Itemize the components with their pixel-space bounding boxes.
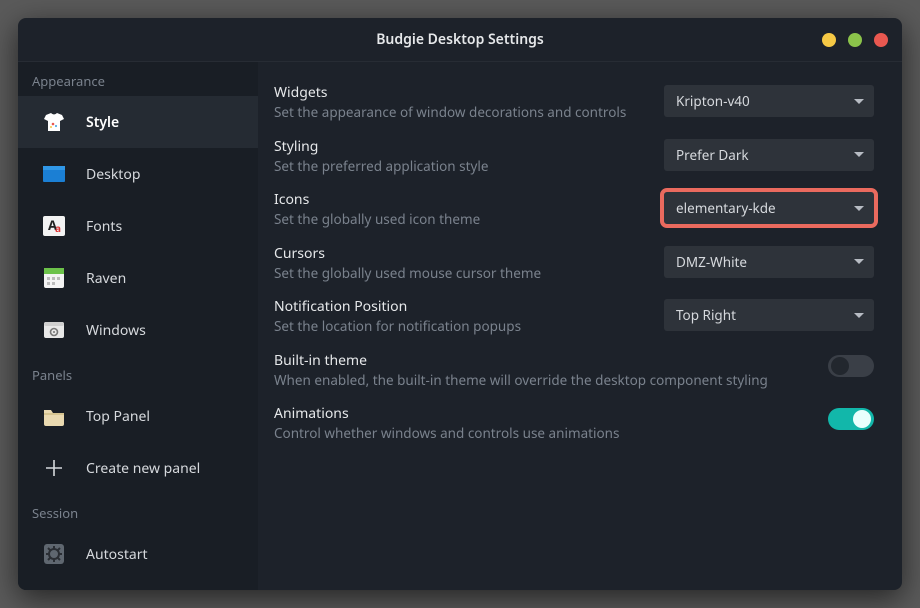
setting-title: Animations xyxy=(274,404,808,423)
window-body: Appearance Style Desktop Aa Fonts xyxy=(18,62,902,590)
sidebar-item-label: Fonts xyxy=(86,217,122,236)
setting-title: Styling xyxy=(274,137,644,156)
switch-knob xyxy=(853,410,871,428)
icons-combobox[interactable]: elementary-kde xyxy=(664,192,874,224)
sidebar-item-desktop[interactable]: Desktop xyxy=(18,148,258,200)
styling-combobox[interactable]: Prefer Dark xyxy=(664,139,874,171)
plus-icon xyxy=(40,454,68,482)
setting-desc: Set the globally used icon theme xyxy=(274,211,644,229)
setting-desc: Set the appearance of window decorations… xyxy=(274,104,644,122)
setting-widgets: Widgets Set the appearance of window dec… xyxy=(274,76,874,130)
chevron-down-icon xyxy=(854,313,864,318)
setting-desc: Set the location for notification popups xyxy=(274,318,644,336)
setting-desc: When enabled, the built-in theme will ov… xyxy=(274,372,808,390)
switch-knob xyxy=(831,357,849,375)
sidebar-item-style[interactable]: Style xyxy=(18,96,258,148)
combo-value: elementary-kde xyxy=(676,199,776,217)
sidebar-item-raven[interactable]: Raven xyxy=(18,252,258,304)
setting-built-in-theme: Built-in theme When enabled, the built-i… xyxy=(274,344,874,398)
setting-title: Built-in theme xyxy=(274,351,808,370)
gear-icon xyxy=(40,540,68,568)
close-button[interactable] xyxy=(874,33,888,47)
sidebar: Appearance Style Desktop Aa Fonts xyxy=(18,62,258,590)
sidebar-item-autostart[interactable]: Autostart xyxy=(18,528,258,580)
raven-icon xyxy=(40,264,68,292)
setting-cursors: Cursors Set the globally used mouse curs… xyxy=(274,237,874,291)
setting-animations: Animations Control whether windows and c… xyxy=(274,397,874,451)
sidebar-item-windows[interactable]: Windows xyxy=(18,304,258,356)
minimize-button[interactable] xyxy=(822,33,836,47)
combo-value: Prefer Dark xyxy=(676,146,749,164)
window-title: Budgie Desktop Settings xyxy=(376,30,544,49)
desktop-icon xyxy=(40,160,68,188)
combo-value: Kripton-v40 xyxy=(676,92,750,110)
sidebar-group-session: Session xyxy=(18,494,258,528)
sidebar-item-label: Create new panel xyxy=(86,459,200,478)
setting-title: Cursors xyxy=(274,244,644,263)
content-area: Widgets Set the appearance of window dec… xyxy=(258,62,902,590)
folder-icon xyxy=(40,402,68,430)
sidebar-item-label: Style xyxy=(86,113,119,132)
notification-position-combobox[interactable]: Top Right xyxy=(664,299,874,331)
combo-value: DMZ-White xyxy=(676,253,747,271)
window-controls xyxy=(822,18,888,61)
windows-icon xyxy=(40,316,68,344)
animations-switch[interactable] xyxy=(828,408,874,430)
setting-title: Notification Position xyxy=(274,297,644,316)
sidebar-group-panels: Panels xyxy=(18,356,258,390)
sidebar-item-create-panel[interactable]: Create new panel xyxy=(18,442,258,494)
sidebar-item-label: Desktop xyxy=(86,165,140,184)
chevron-down-icon xyxy=(854,206,864,211)
setting-notification-position: Notification Position Set the location f… xyxy=(274,290,874,344)
chevron-down-icon xyxy=(854,259,864,264)
combo-value: Top Right xyxy=(676,306,736,324)
sidebar-item-label: Autostart xyxy=(86,545,148,564)
chevron-down-icon xyxy=(854,152,864,157)
setting-title: Widgets xyxy=(274,83,644,102)
sidebar-item-top-panel[interactable]: Top Panel xyxy=(18,390,258,442)
sidebar-group-appearance: Appearance xyxy=(18,62,258,96)
sidebar-item-fonts[interactable]: Aa Fonts xyxy=(18,200,258,252)
setting-icons: Icons Set the globally used icon theme e… xyxy=(274,183,874,237)
setting-desc: Set the globally used mouse cursor theme xyxy=(274,265,644,283)
chevron-down-icon xyxy=(854,99,864,104)
tshirt-icon xyxy=(40,108,68,136)
sidebar-item-label: Top Panel xyxy=(86,407,150,426)
setting-desc: Control whether windows and controls use… xyxy=(274,425,808,443)
setting-title: Icons xyxy=(274,190,644,209)
fonts-icon: Aa xyxy=(40,212,68,240)
sidebar-item-label: Windows xyxy=(86,321,146,340)
setting-styling: Styling Set the preferred application st… xyxy=(274,130,874,184)
settings-window: Budgie Desktop Settings Appearance Style… xyxy=(18,18,902,590)
widgets-combobox[interactable]: Kripton-v40 xyxy=(664,85,874,117)
setting-desc: Set the preferred application style xyxy=(274,158,644,176)
svg-text:a: a xyxy=(55,221,61,235)
maximize-button[interactable] xyxy=(848,33,862,47)
sidebar-item-label: Raven xyxy=(86,269,126,288)
cursors-combobox[interactable]: DMZ-White xyxy=(664,246,874,278)
titlebar: Budgie Desktop Settings xyxy=(18,18,902,62)
built-in-theme-switch[interactable] xyxy=(828,355,874,377)
